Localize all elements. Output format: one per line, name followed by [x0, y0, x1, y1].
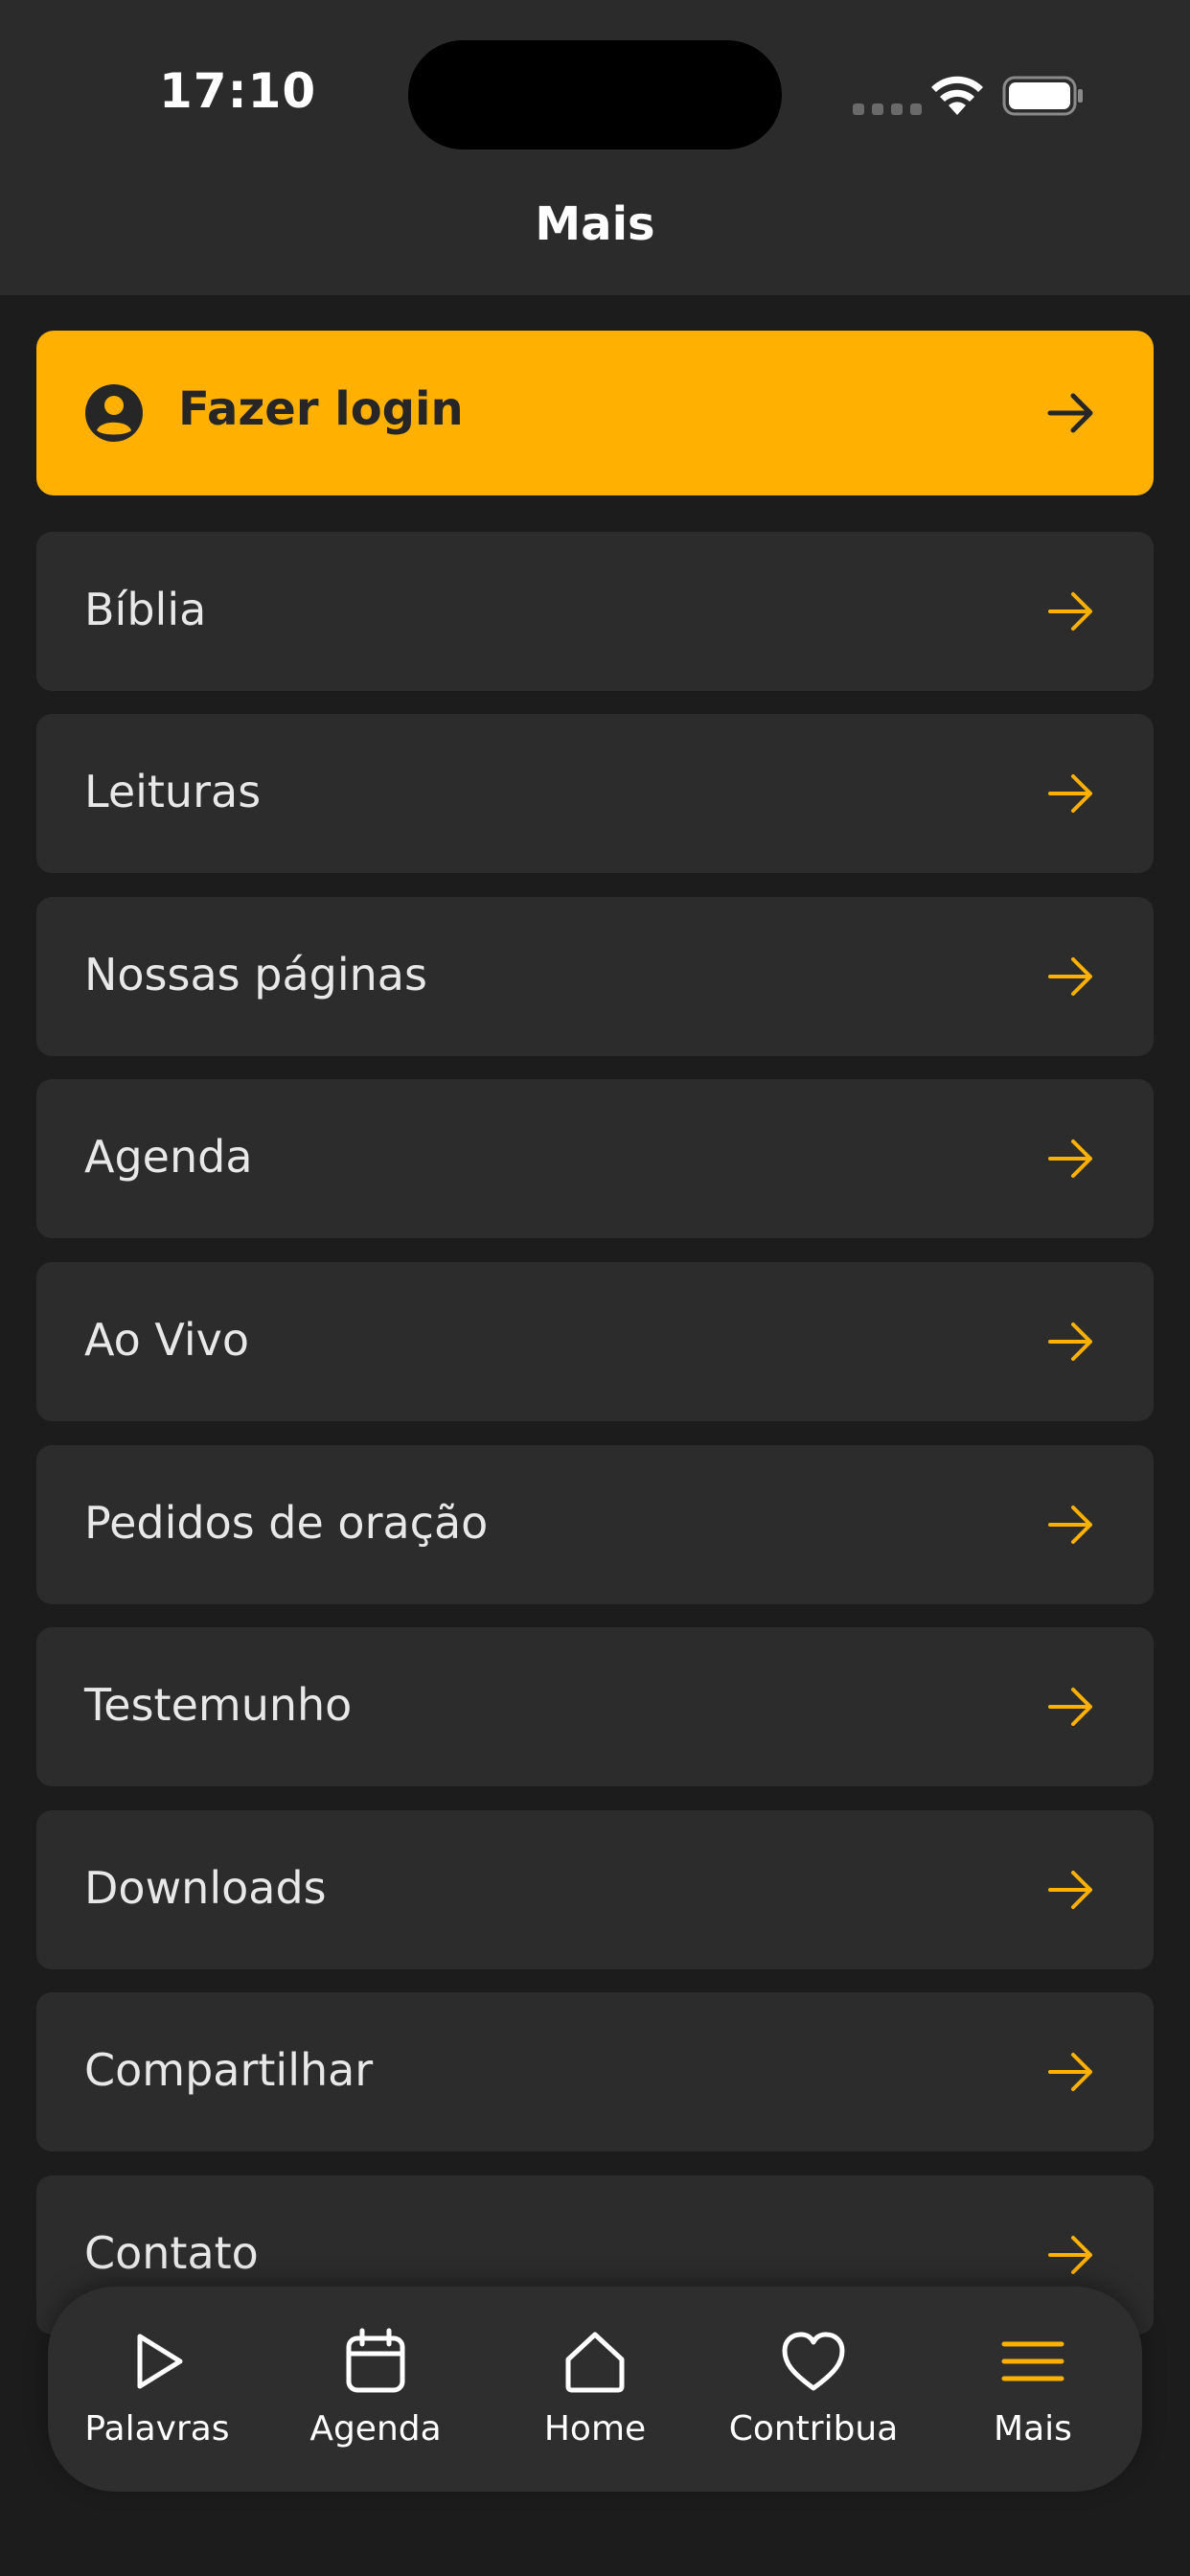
cellular-signal-icon	[853, 104, 922, 115]
login-label: Fazer login	[178, 382, 464, 436]
menu-item-label: Nossas páginas	[84, 949, 427, 1000]
arrow-right-icon	[1048, 1688, 1092, 1726]
menu-item-label: Compartilhar	[84, 2044, 374, 2096]
tab-label: Agenda	[309, 2409, 442, 2449]
tab-label: Home	[543, 2409, 647, 2449]
menu-item-agenda[interactable]: Agenda	[36, 1079, 1154, 1238]
wifi-icon	[931, 76, 983, 115]
menu-item-label: Testemunho	[84, 1679, 353, 1731]
top-bar: 17:10 Mais	[0, 0, 1190, 295]
arrow-right-icon	[1048, 774, 1092, 813]
arrow-right-icon	[1048, 957, 1092, 996]
arrow-right-icon	[1048, 592, 1092, 631]
menu-item-nossas-paginas[interactable]: Nossas páginas	[36, 897, 1154, 1056]
user-circle-icon	[85, 384, 143, 442]
menu-item-label: Pedidos de oração	[84, 1497, 489, 1549]
tab-label: Mais	[994, 2409, 1072, 2449]
tab-label: Palavras	[84, 2409, 230, 2449]
arrow-right-icon	[1047, 393, 1093, 433]
menu-item-label: Leituras	[84, 766, 262, 817]
arrow-right-icon	[1048, 1506, 1092, 1544]
play-icon	[137, 2334, 183, 2389]
tab-palavras[interactable]: Palavras	[48, 2287, 266, 2492]
tab-label: Contribua	[728, 2409, 899, 2449]
home-icon	[565, 2332, 625, 2393]
tab-agenda[interactable]: Agenda	[266, 2287, 485, 2492]
battery-icon	[1002, 76, 1083, 116]
calendar-icon	[346, 2328, 405, 2393]
dynamic-island	[408, 40, 782, 150]
login-button[interactable]: Fazer login	[36, 331, 1154, 495]
menu-item-label: Contato	[84, 2227, 259, 2279]
tab-home[interactable]: Home	[486, 2287, 704, 2492]
menu-item-pedidos-de-oracao[interactable]: Pedidos de oração	[36, 1445, 1154, 1604]
menu-item-testemunho[interactable]: Testemunho	[36, 1627, 1154, 1786]
arrow-right-icon	[1048, 2236, 1092, 2274]
menu-item-downloads[interactable]: Downloads	[36, 1810, 1154, 1969]
arrow-right-icon	[1048, 1322, 1092, 1361]
menu-item-label: Agenda	[84, 1131, 253, 1183]
menu-item-compartilhar[interactable]: Compartilhar	[36, 1992, 1154, 2151]
arrow-right-icon	[1048, 1871, 1092, 1909]
tab-mais[interactable]: Mais	[924, 2287, 1142, 2492]
menu-item-label: Downloads	[84, 1862, 327, 1914]
page-title: Mais	[535, 197, 655, 251]
menu-item-ao-vivo[interactable]: Ao Vivo	[36, 1262, 1154, 1421]
heart-icon	[782, 2332, 845, 2391]
bottom-tab-bar: Palavras Agenda Home Contribua Mais	[48, 2287, 1142, 2492]
tab-contribua[interactable]: Contribua	[704, 2287, 923, 2492]
arrow-right-icon	[1048, 1139, 1092, 1178]
menu-item-label: Bíblia	[84, 584, 207, 635]
menu-item-leituras[interactable]: Leituras	[36, 714, 1154, 873]
arrow-right-icon	[1048, 2053, 1092, 2091]
menu-item-biblia[interactable]: Bíblia	[36, 532, 1154, 691]
menu-icon	[1001, 2341, 1064, 2381]
status-time: 17:10	[159, 63, 317, 119]
menu-item-label: Ao Vivo	[84, 1314, 250, 1366]
